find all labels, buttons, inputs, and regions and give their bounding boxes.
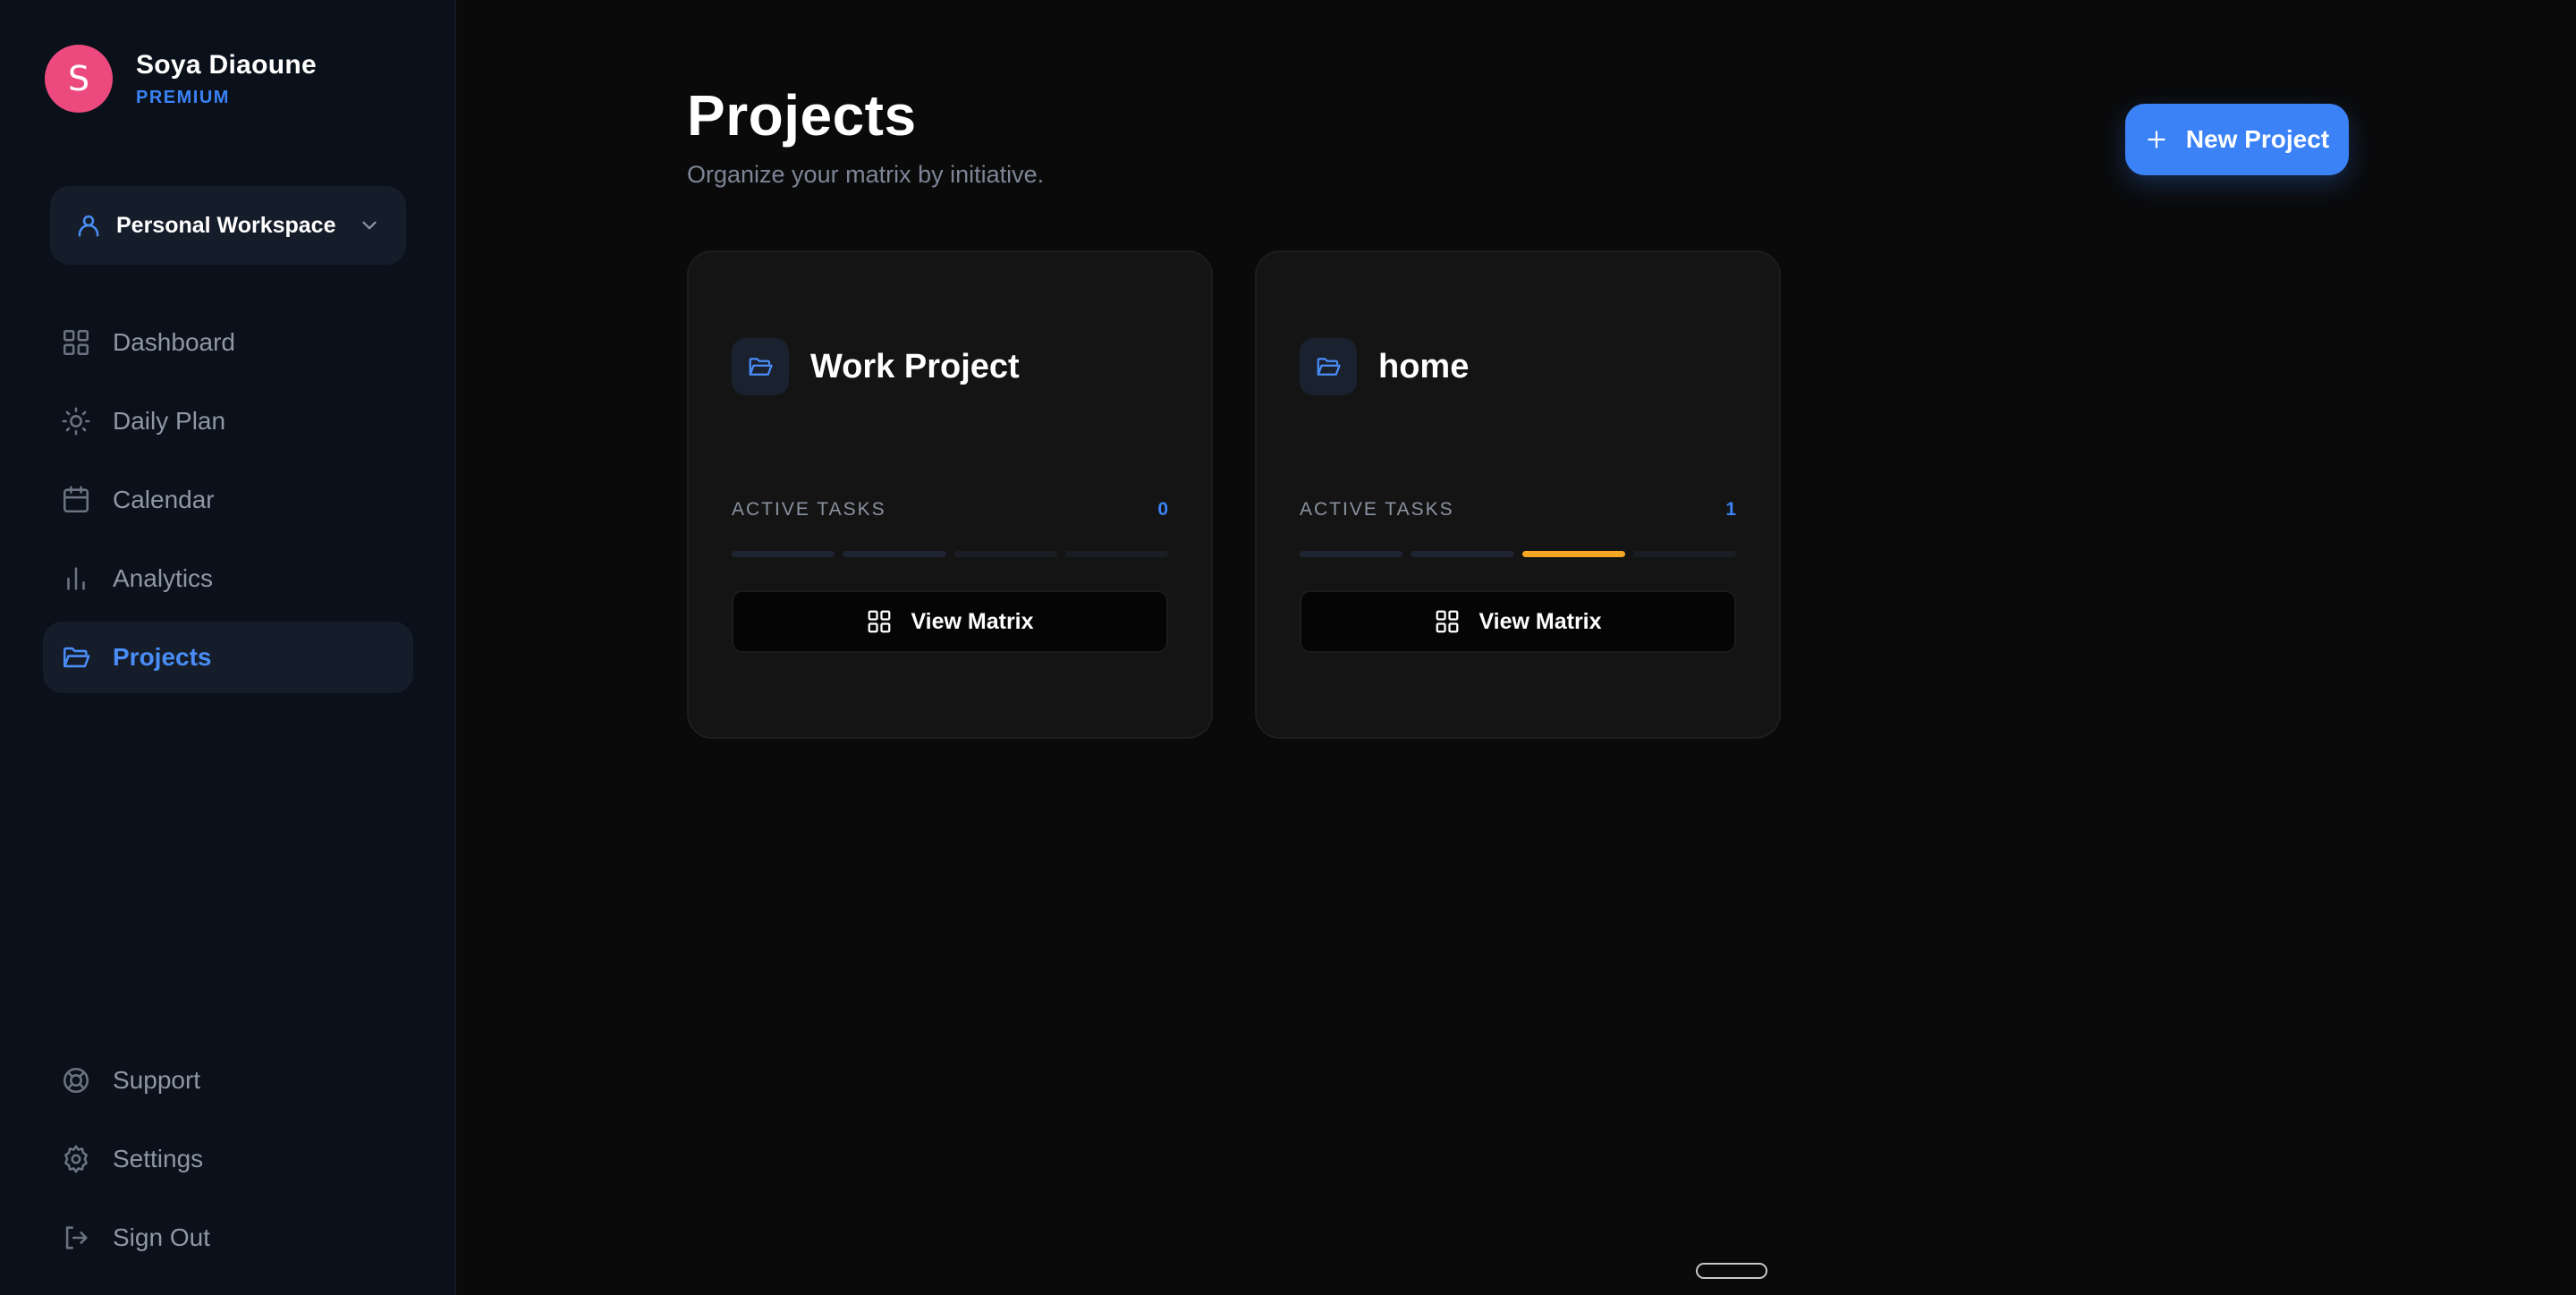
user-profile[interactable]: S Soya Diaoune PREMIUM (45, 45, 317, 113)
grid-icon (1436, 610, 1459, 633)
gear-icon (64, 1145, 88, 1173)
nav-item-settings[interactable]: Settings (43, 1123, 413, 1195)
project-card-header: home (1300, 338, 1469, 395)
workspace-selector[interactable]: Personal Workspace (50, 186, 406, 265)
app-window: S Soya Diaoune PREMIUM Personal Workspac… (0, 0, 2576, 1295)
calendar-icon (63, 486, 89, 513)
home-indicator[interactable] (1696, 1263, 1767, 1279)
nav-item-projects[interactable]: Projects (43, 622, 413, 693)
main-content: Projects Organize your matrix by initiat… (456, 0, 2576, 1295)
folder-icon (63, 647, 90, 668)
page-title: Projects (687, 83, 917, 148)
progress-segment-active (1521, 551, 1625, 557)
workspace-label: Personal Workspace (116, 212, 336, 238)
lifebuoy-icon (63, 1067, 89, 1094)
nav-label: Sign Out (113, 1223, 210, 1251)
progress-segment (1064, 551, 1168, 557)
project-card-header: Work Project (732, 338, 1020, 395)
avatar: S (45, 45, 113, 113)
user-name: Soya Diaoune (136, 49, 317, 80)
bar-chart-icon (67, 567, 85, 590)
nav-label: Settings (113, 1145, 204, 1172)
nav-item-daily-plan[interactable]: Daily Plan (43, 385, 413, 457)
new-project-button[interactable]: New Project (2125, 104, 2349, 175)
grid-icon (869, 610, 891, 633)
view-matrix-label: View Matrix (911, 608, 1034, 634)
user-icon (78, 215, 99, 237)
view-matrix-button[interactable]: View Matrix (732, 590, 1168, 653)
plan-badge: PREMIUM (136, 87, 230, 107)
folder-icon (749, 358, 773, 376)
project-card[interactable]: Work Project ACTIVE TASKS 0 View Matrix (687, 250, 1213, 739)
active-tasks-label: ACTIVE TASKS (1300, 499, 1454, 520)
project-folder-tile (732, 338, 789, 395)
nav-item-calendar[interactable]: Calendar (43, 464, 413, 536)
progress-segment (843, 551, 946, 557)
project-folder-tile (1300, 338, 1357, 395)
active-tasks-count: 1 (1725, 499, 1736, 520)
progress-segment (1632, 551, 1736, 557)
page-subtitle: Organize your matrix by initiative. (687, 161, 1045, 188)
main-nav: Dashboard Daily Plan Calendar Analytics (43, 307, 413, 700)
nav-label: Projects (113, 643, 212, 671)
progress-segment (1300, 551, 1403, 557)
nav-label: Dashboard (113, 328, 235, 356)
nav-item-dashboard[interactable]: Dashboard (43, 307, 413, 378)
nav-label: Calendar (113, 486, 215, 513)
progress-segment (732, 551, 835, 557)
user-info: Soya Diaoune PREMIUM (136, 50, 317, 108)
nav-label: Analytics (113, 564, 214, 592)
task-progress-bar (732, 551, 1168, 557)
nav-label: Support (113, 1066, 201, 1094)
view-matrix-label: View Matrix (1479, 608, 1602, 634)
sign-out-icon (65, 1226, 88, 1249)
folder-icon (1317, 358, 1341, 376)
active-tasks-count: 0 (1157, 499, 1168, 520)
active-tasks-row: ACTIVE TASKS 1 (1300, 499, 1736, 521)
chevron-down-icon (362, 221, 377, 230)
sun-icon (62, 407, 90, 436)
active-tasks-row: ACTIVE TASKS 0 (732, 499, 1168, 521)
view-matrix-button[interactable]: View Matrix (1300, 590, 1736, 653)
project-card[interactable]: home ACTIVE TASKS 1 View Matrix (1255, 250, 1781, 739)
project-name: home (1378, 347, 1470, 385)
new-project-label: New Project (2185, 125, 2330, 153)
plus-icon (2148, 131, 2165, 148)
nav-label: Daily Plan (113, 407, 226, 435)
project-name: Work Project (810, 347, 1020, 385)
progress-segment (1411, 551, 1514, 557)
active-tasks-label: ACTIVE TASKS (732, 499, 886, 520)
sidebar: S Soya Diaoune PREMIUM Personal Workspac… (0, 0, 456, 1295)
nav-item-sign-out[interactable]: Sign Out (43, 1202, 413, 1274)
grid-icon (63, 329, 89, 356)
nav-item-analytics[interactable]: Analytics (43, 543, 413, 614)
nav-item-support[interactable]: Support (43, 1045, 413, 1116)
secondary-nav: Support Settings Sign Out (43, 1045, 413, 1281)
task-progress-bar (1300, 551, 1736, 557)
progress-segment (953, 551, 1057, 557)
